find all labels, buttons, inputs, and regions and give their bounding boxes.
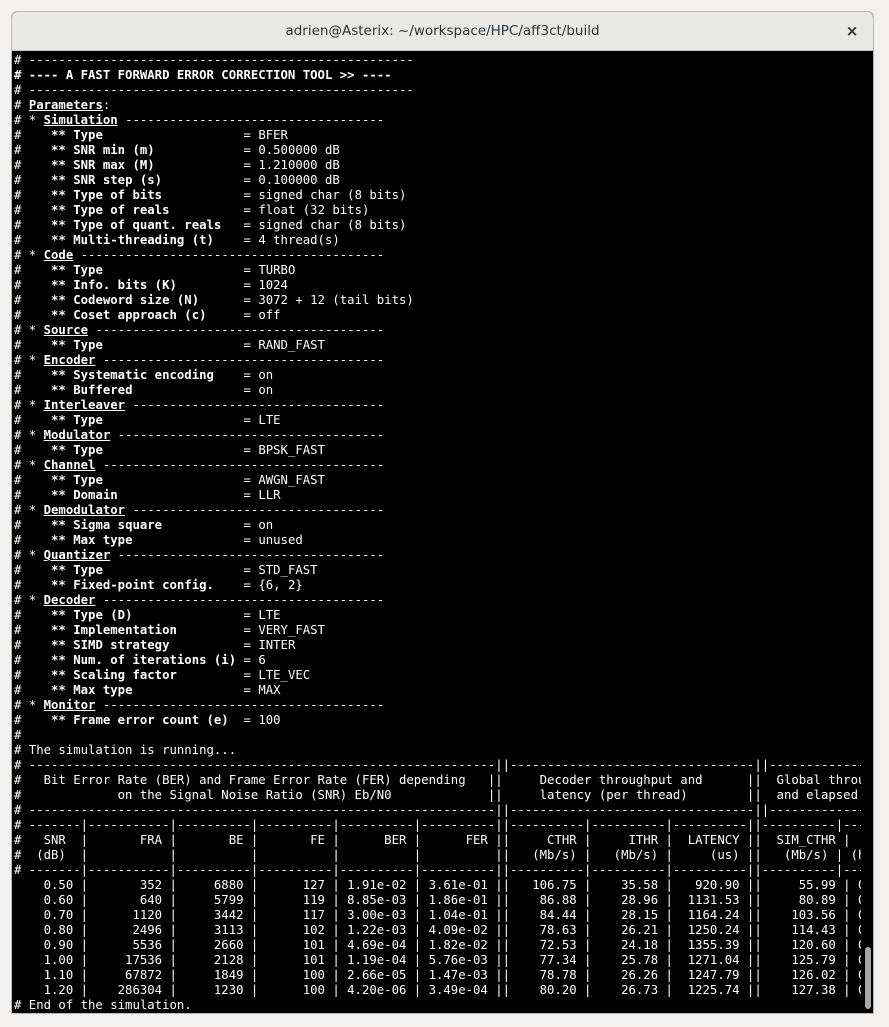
terminal-line: # ** SNR step (s) = 0.100000 dB	[14, 173, 340, 187]
window-title: adrien@Asterix: ~/workspace/HPC/aff3ct/b…	[285, 23, 600, 39]
terminal-line: # * Source -----------------------------…	[14, 323, 385, 337]
terminal-line: # ** Coset approach (c) = off	[14, 308, 281, 322]
scrollbar-thumb[interactable]	[865, 947, 871, 1009]
terminal-line: #	[14, 728, 22, 742]
terminal-line: 1.00 | 17536 | 2128 | 101 | 1.19e-04 | 5…	[14, 953, 874, 967]
terminal-line: # * Quantizer --------------------------…	[14, 548, 385, 562]
terminal-line: # ** Buffered = on	[14, 383, 274, 397]
terminal-line: # --------------------------------------…	[14, 758, 874, 772]
terminal-line: 0.50 | 352 | 6880 | 127 | 1.91e-02 | 3.6…	[14, 878, 874, 892]
terminal-window: adrien@Asterix: ~/workspace/HPC/aff3ct/b…	[11, 11, 874, 1014]
terminal-line: # ** Max type = unused	[14, 533, 303, 547]
terminal-line: # ** Implementation = VERY_FAST	[14, 623, 325, 637]
terminal-line: 0.90 | 5536 | 2660 | 101 | 4.69e-04 | 1.…	[14, 938, 874, 952]
terminal-line: # ** Type = AWGN_FAST	[14, 473, 325, 487]
terminal-line: # ** Domain = LLR	[14, 488, 281, 502]
terminal-line: # ** Info. bits (K) = 1024	[14, 278, 288, 292]
terminal-line: # on the Signal Noise Ratio (SNR) Eb/N0 …	[14, 788, 874, 802]
terminal-line: # -------|-----------|----------|-------…	[14, 818, 874, 832]
terminal-line: # ** Type = LTE	[14, 413, 281, 427]
terminal-line: # ** SNR min (m) = 0.500000 dB	[14, 143, 340, 157]
terminal-line: # -------|-----------|----------|-------…	[14, 863, 874, 877]
terminal-line: # * Simulation -------------------------…	[14, 113, 385, 127]
terminal-line: # * Code -------------------------------…	[14, 248, 385, 262]
terminal-area[interactable]: # --------------------------------------…	[12, 51, 873, 1013]
terminal-line: 0.60 | 640 | 5799 | 119 | 8.85e-03 | 1.8…	[14, 893, 874, 907]
terminal-line: # --------------------------------------…	[14, 83, 414, 97]
terminal-line: # ** Type (D) = LTE	[14, 608, 281, 622]
terminal-line: # * Decoder ----------------------------…	[14, 593, 385, 607]
terminal-line: # * Monitor ----------------------------…	[14, 698, 385, 712]
terminal-line: # ** Sigma square = on	[14, 518, 274, 532]
terminal-line: # ** Type of bits = signed char (8 bits)	[14, 188, 407, 202]
terminal-line: # Parameters:	[14, 98, 111, 112]
terminal-line: # * Modulator --------------------------…	[14, 428, 385, 442]
terminal-line: # --------------------------------------…	[14, 803, 874, 817]
title-bar[interactable]: adrien@Asterix: ~/workspace/HPC/aff3ct/b…	[12, 12, 873, 51]
scrollbar[interactable]	[861, 51, 873, 1013]
terminal-line: # ** Type of reals = float (32 bits)	[14, 203, 370, 217]
terminal-line: 1.20 | 286304 | 1230 | 100 | 4.20e-06 | …	[14, 983, 874, 997]
terminal-line: 0.80 | 2496 | 3113 | 102 | 1.22e-03 | 4.…	[14, 923, 874, 937]
terminal-line: # ** Systematic encoding = on	[14, 368, 274, 382]
terminal-line: # * Encoder ----------------------------…	[14, 353, 385, 367]
terminal-line: # ** Num. of iterations (i) = 6	[14, 653, 266, 667]
terminal-output: # --------------------------------------…	[14, 53, 873, 1013]
terminal-line: # ** Frame error count (e) = 100	[14, 713, 281, 727]
terminal-line: # ** SNR max (M) = 1.210000 dB	[14, 158, 340, 172]
terminal-line: # * Interleaver ------------------------…	[14, 398, 385, 412]
terminal-line: # ** Max type = MAX	[14, 683, 281, 697]
terminal-line: # SNR | FRA | BE | FE | BER | FER || CTH…	[14, 833, 874, 847]
terminal-line: # ** Scaling factor = LTE_VEC	[14, 668, 311, 682]
terminal-line: # ** Type = RAND_FAST	[14, 338, 325, 352]
terminal-line: # --------------------------------------…	[14, 53, 414, 67]
terminal-line: # ** Codeword size (N) = 3072 + 12 (tail…	[14, 293, 414, 307]
terminal-line: # ** Type = TURBO	[14, 263, 296, 277]
terminal-line: # ** Multi-threading (t) = 4 thread(s)	[14, 233, 340, 247]
terminal-line: # ** Type of quant. reals = signed char …	[14, 218, 407, 232]
terminal-line: # ** Fixed-point config. = {6, 2}	[14, 578, 303, 592]
terminal-line: # ** Type = STD_FAST	[14, 563, 318, 577]
close-button[interactable]: ×	[841, 20, 863, 42]
terminal-line: # ---- A FAST FORWARD ERROR CORRECTION T…	[14, 68, 392, 82]
terminal-line: # ** Type = BFER	[14, 128, 288, 142]
terminal-line: 0.70 | 1120 | 3442 | 117 | 3.00e-03 | 1.…	[14, 908, 874, 922]
terminal-line: # * Channel ----------------------------…	[14, 458, 385, 472]
terminal-line: # * Demodulator ------------------------…	[14, 503, 385, 517]
terminal-line: # Bit Error Rate (BER) and Frame Error R…	[14, 773, 874, 787]
terminal-line: # (dB) | | | | | || (Mb/s) | (Mb/s) | (u…	[14, 848, 874, 862]
terminal-line: # ** Type = BPSK_FAST	[14, 443, 325, 457]
terminal-line: # End of the simulation.	[14, 998, 192, 1012]
terminal-line: # ** SIMD strategy = INTER	[14, 638, 296, 652]
terminal-line: # The simulation is running...	[14, 743, 237, 757]
terminal-line: 1.10 | 67872 | 1849 | 100 | 2.66e-05 | 1…	[14, 968, 874, 982]
